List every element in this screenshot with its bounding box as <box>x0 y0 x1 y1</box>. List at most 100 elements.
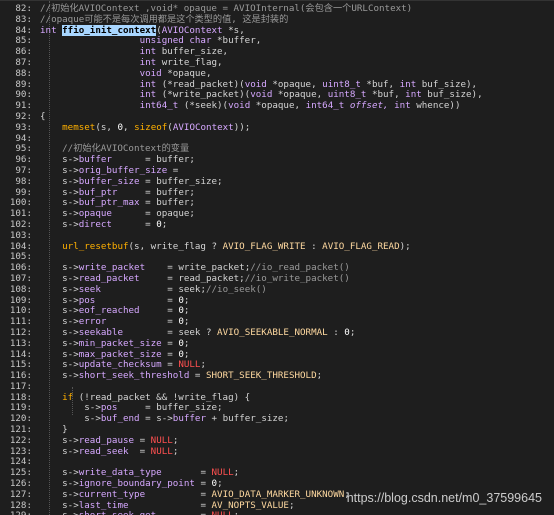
code-token: s-> <box>40 218 79 230</box>
code-line: 120: s->buf_end = s->buffer + buffer_siz… <box>0 413 554 425</box>
code-token: whence)) <box>416 100 461 112</box>
code-token: pos <box>100 402 118 414</box>
code-token: //opaque可能不是每次调用都是这个类型的值, 这是封装的 <box>40 13 289 25</box>
code-token: : <box>327 326 345 338</box>
code-token: int <box>40 78 162 90</box>
code-token: ; <box>288 499 295 511</box>
code-text: s->short_seek_threshold = SHORT_SEEK_THR… <box>40 370 323 382</box>
code-token: (s, <box>95 121 118 133</box>
code-line: 93: memset(s, 0, sizeof(AVIOContext)); <box>0 121 554 134</box>
code-token: s-> <box>40 337 79 349</box>
code-token: = <box>156 510 211 515</box>
code-token: s-> <box>40 164 79 176</box>
code-token: s-> <box>40 359 79 371</box>
code-token: buf_size), <box>421 78 478 90</box>
code-token: //io_seek() <box>205 283 267 295</box>
line-number: 98: <box>15 175 32 187</box>
code-token: = <box>128 445 151 457</box>
code-token: (*write_packet)( <box>161 89 251 101</box>
code-token: *opaque, <box>277 89 328 101</box>
code-token: = write_packet; <box>145 262 251 274</box>
code-text: s->buf_end = s->buffer + buffer_size; <box>40 413 289 425</box>
code-token: //io_write_packet() <box>244 272 350 284</box>
code-token: last_time <box>78 499 129 511</box>
code-token: AVIO_DATA_MARKER_UNKNOWN <box>211 488 345 500</box>
code-token: (*seek)( <box>183 100 229 112</box>
code-token: min_packet_size <box>78 337 162 349</box>
code-token: int64_t <box>40 100 184 112</box>
code-token: AVIO_SEEKABLE_NORMAL <box>217 326 328 338</box>
code-token: max_packet_size <box>78 348 162 360</box>
code-token: = seek ? <box>123 326 218 338</box>
code-token: short_seek_get <box>79 510 156 515</box>
code-token: AVIO_FLAG_READ <box>322 240 400 252</box>
code-token: s-> <box>40 294 79 306</box>
code-text: url_resetbuf(s, write_flag ? AVIO_FLAG_W… <box>40 240 411 253</box>
code-token: = seek; <box>100 283 206 295</box>
code-text: int64_t (*seek)(void *opaque, int64_t of… <box>40 100 461 112</box>
code-token: direct <box>78 218 112 230</box>
code-token: *opaque, <box>167 67 212 79</box>
code-token: buf_ptr_max <box>78 197 140 209</box>
code-token: s-> <box>40 272 79 284</box>
code-token: short_seek_threshold <box>78 370 190 382</box>
code-token: buffer <box>172 413 206 425</box>
code-token: eof_reached <box>78 305 140 317</box>
code-editor[interactable]: 82://初始化AVIOContext ,void* opaque = AVIO… <box>0 0 554 515</box>
code-token: s-> <box>40 348 79 360</box>
code-token: = buffer; <box>111 154 195 166</box>
code-token: )); <box>233 121 251 133</box>
code-token: s-> <box>40 467 79 479</box>
code-token: (*read_packet)( <box>161 78 245 90</box>
code-token: AVIO_FLAG_WRITE <box>222 240 306 252</box>
line-number: 83: <box>15 13 32 25</box>
code-token: int <box>40 46 162 58</box>
code-token: buffer <box>78 154 112 166</box>
code-token: ; <box>316 370 323 382</box>
code-token: read_packet <box>78 272 140 284</box>
code-line: 102: s->direct = 0; <box>0 218 554 231</box>
code-token: s-> <box>40 208 79 220</box>
line-number: 103: <box>9 229 32 241</box>
code-token: update_checksum <box>78 359 162 371</box>
line-number: 88: <box>15 67 32 79</box>
code-token: if <box>40 391 79 403</box>
code-token: s-> <box>40 186 79 198</box>
code-token: int <box>399 78 422 90</box>
code-token: buffer_size <box>78 175 140 187</box>
line-number: 108: <box>9 283 32 295</box>
code-token: SHORT_SEEK_THRESHOLD <box>205 370 317 382</box>
code-token: = <box>139 305 179 317</box>
code-token: = <box>134 434 151 446</box>
code-token: ; <box>183 316 190 328</box>
code-line: 91: int64_t (*seek)(void *opaque, int64_… <box>0 100 554 112</box>
code-token: memset <box>40 121 96 133</box>
code-token: s-> <box>40 316 79 328</box>
code-token: NULL <box>211 467 234 479</box>
code-token: url_resetbuf <box>40 240 129 252</box>
code-token: + buffer_size; <box>206 413 289 425</box>
code-token: error <box>78 316 107 328</box>
code-token: NULL <box>178 359 201 371</box>
line-number: 129: <box>0 511 32 515</box>
code-line: 123: s->read_seek = NULL; <box>0 445 554 458</box>
code-token: s-> <box>40 326 79 338</box>
code-token: orig_buffer_size <box>78 164 168 176</box>
code-token: = buffer; <box>139 197 195 209</box>
code-token: seekable <box>78 326 123 338</box>
code-token: (!read_packet && !write_flag) { <box>78 391 251 403</box>
code-token: buffer_size, <box>161 46 229 58</box>
code-token: AV_NOPTS_VALUE <box>211 499 289 511</box>
code-token: ; <box>234 510 240 515</box>
code-token: int <box>405 89 428 101</box>
code-token: s-> <box>40 434 79 446</box>
code-token: = <box>194 478 212 490</box>
code-token: = <box>161 467 212 479</box>
code-token: = <box>161 337 179 349</box>
code-token: = <box>106 316 179 328</box>
code-token: NULL <box>150 434 173 446</box>
watermark: https://blog.csdn.net/m0_37599645 <box>346 491 542 505</box>
code-token: pos <box>78 294 96 306</box>
code-line: 116: s->short_seek_threshold = SHORT_SEE… <box>0 370 554 382</box>
code-token: ; <box>161 218 168 230</box>
